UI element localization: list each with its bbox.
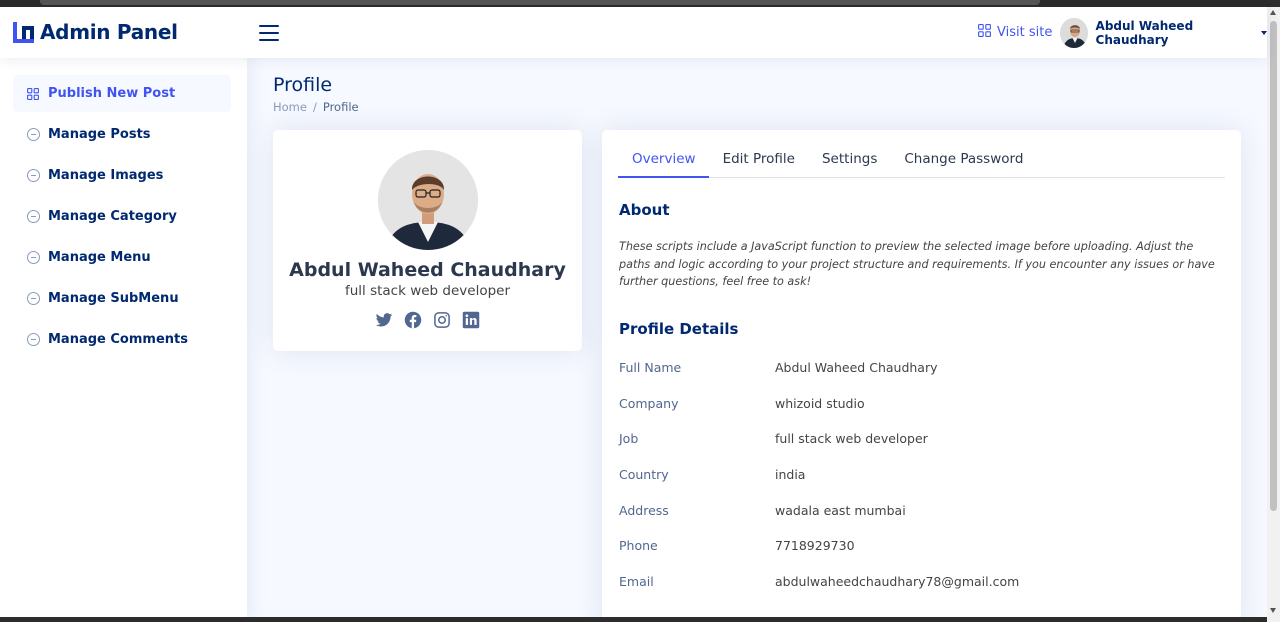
linkedin-icon[interactable] <box>462 311 480 329</box>
sidebar-item-label: Manage Category <box>48 209 177 224</box>
visit-site-label: Visit site <box>997 25 1053 40</box>
detail-value: Abdul Waheed Chaudhary <box>775 360 938 375</box>
detail-row-job: Job full stack web developer <box>619 431 928 446</box>
tab-edit-profile[interactable]: Edit Profile <box>709 147 808 178</box>
instagram-icon[interactable] <box>433 311 451 329</box>
profile-tabs: Overview Edit Profile Settings Change Pa… <box>618 147 1225 178</box>
detail-row-phone: Phone 7718929730 <box>619 538 855 553</box>
circle-minus-icon <box>26 251 40 265</box>
breadcrumb: Home / Profile <box>273 100 359 114</box>
sidebar-item-publish-new-post[interactable]: Publish New Post <box>13 75 231 112</box>
breadcrumb-separator: / <box>312 100 317 114</box>
detail-value: 7718929730 <box>775 538 855 553</box>
detail-value: whizoid studio <box>775 396 865 411</box>
user-name: Abdul Waheed Chaudhary <box>1095 19 1194 47</box>
facebook-icon[interactable] <box>404 311 422 329</box>
tab-change-password[interactable]: Change Password <box>890 147 1036 178</box>
detail-label: Company <box>619 396 679 411</box>
hamburger-line <box>259 25 279 27</box>
detail-label: Email <box>619 574 654 589</box>
grid-icon <box>978 24 991 41</box>
detail-label: Job <box>619 431 639 446</box>
sidebar-item-label: Manage Images <box>48 168 164 183</box>
page-scrollbar[interactable] <box>1267 7 1280 622</box>
scroll-up-arrow-icon[interactable] <box>1270 10 1276 15</box>
sidebar-item-manage-images[interactable]: Manage Images <box>13 157 231 194</box>
avatar <box>1060 18 1088 48</box>
tab-settings[interactable]: Settings <box>808 147 890 178</box>
top-header: Admin Panel Visit site Abdul Waheed Chau… <box>0 7 1267 58</box>
detail-value: wadala east mumbai <box>775 503 906 518</box>
about-text: These scripts include a JavaScript funct… <box>619 240 1215 288</box>
detail-value: abdulwaheedchaudhary78@gmail.com <box>775 574 1020 589</box>
breadcrumb-current: Profile <box>322 100 359 114</box>
detail-row-email: Email abdulwaheedchaudhary78@gmail.com <box>619 574 1019 589</box>
detail-row-country: Country india <box>619 467 805 482</box>
social-links <box>375 311 480 329</box>
scrollbar-thumb[interactable] <box>1270 21 1277 511</box>
grid-icon <box>26 87 40 101</box>
circle-minus-icon <box>26 169 40 183</box>
chevron-down-icon <box>1261 31 1267 35</box>
sidebar-item-label: Manage SubMenu <box>48 291 179 306</box>
sidebar-item-manage-submenu[interactable]: Manage SubMenu <box>13 280 231 317</box>
hamburger-line <box>259 32 279 34</box>
visit-site-link[interactable]: Visit site <box>978 24 1052 41</box>
detail-label: Phone <box>619 538 658 553</box>
detail-label: Address <box>619 503 669 518</box>
tab-overview[interactable]: Overview <box>618 147 709 178</box>
detail-value: full stack web developer <box>775 431 928 446</box>
profile-card: Abdul Waheed Chaudhary full stack web de… <box>273 130 582 351</box>
detail-label: Country <box>619 467 669 482</box>
sidebar-item-manage-posts[interactable]: Manage Posts <box>13 116 231 153</box>
detail-row-address: Address wadala east mumbai <box>619 503 906 518</box>
circle-minus-icon <box>26 292 40 306</box>
app-title: Admin Panel <box>40 20 178 44</box>
page-title: Profile <box>273 74 333 96</box>
detail-row-company: Company whizoid studio <box>619 396 865 411</box>
browser-tab-bar <box>40 0 1040 5</box>
sidebar-item-label: Manage Posts <box>48 127 151 142</box>
profile-job-title: full stack web developer <box>344 283 511 299</box>
circle-minus-icon <box>26 333 40 347</box>
sidebar-item-label: Manage Comments <box>48 332 188 347</box>
logo-icon <box>13 21 34 43</box>
circle-minus-icon <box>26 128 40 142</box>
sidebar-item-manage-category[interactable]: Manage Category <box>13 198 231 235</box>
sidebar-item-label: Publish New Post <box>48 86 176 101</box>
detail-row-full-name: Full Name Abdul Waheed Chaudhary <box>619 360 938 375</box>
logo-link[interactable]: Admin Panel <box>13 20 178 44</box>
browser-top-strip <box>0 0 1280 7</box>
sidebar-item-manage-comments[interactable]: Manage Comments <box>13 321 231 358</box>
user-dropdown-toggle[interactable]: Abdul Waheed Chaudhary <box>1060 18 1267 48</box>
sidebar-item-label: Manage Menu <box>48 250 151 265</box>
sidebar: Publish New Post Manage Posts Manage Ima… <box>0 58 247 622</box>
sidebar-item-manage-menu[interactable]: Manage Menu <box>13 239 231 276</box>
detail-label: Full Name <box>619 360 682 375</box>
hamburger-line <box>259 39 279 41</box>
detail-value: india <box>775 467 806 482</box>
twitter-icon[interactable] <box>375 311 393 329</box>
profile-avatar <box>377 150 478 250</box>
about-heading: About <box>619 201 670 219</box>
profile-details-heading: Profile Details <box>619 320 739 338</box>
profile-details-card: Overview Edit Profile Settings Change Pa… <box>602 130 1241 622</box>
browser-bottom-strip <box>0 617 1267 622</box>
circle-minus-icon <box>26 210 40 224</box>
profile-name: Abdul Waheed Chaudhary <box>289 259 566 281</box>
scroll-down-arrow-icon[interactable] <box>1270 608 1276 613</box>
sidebar-toggle-button[interactable] <box>259 25 279 41</box>
breadcrumb-home-link[interactable]: Home <box>273 100 307 114</box>
